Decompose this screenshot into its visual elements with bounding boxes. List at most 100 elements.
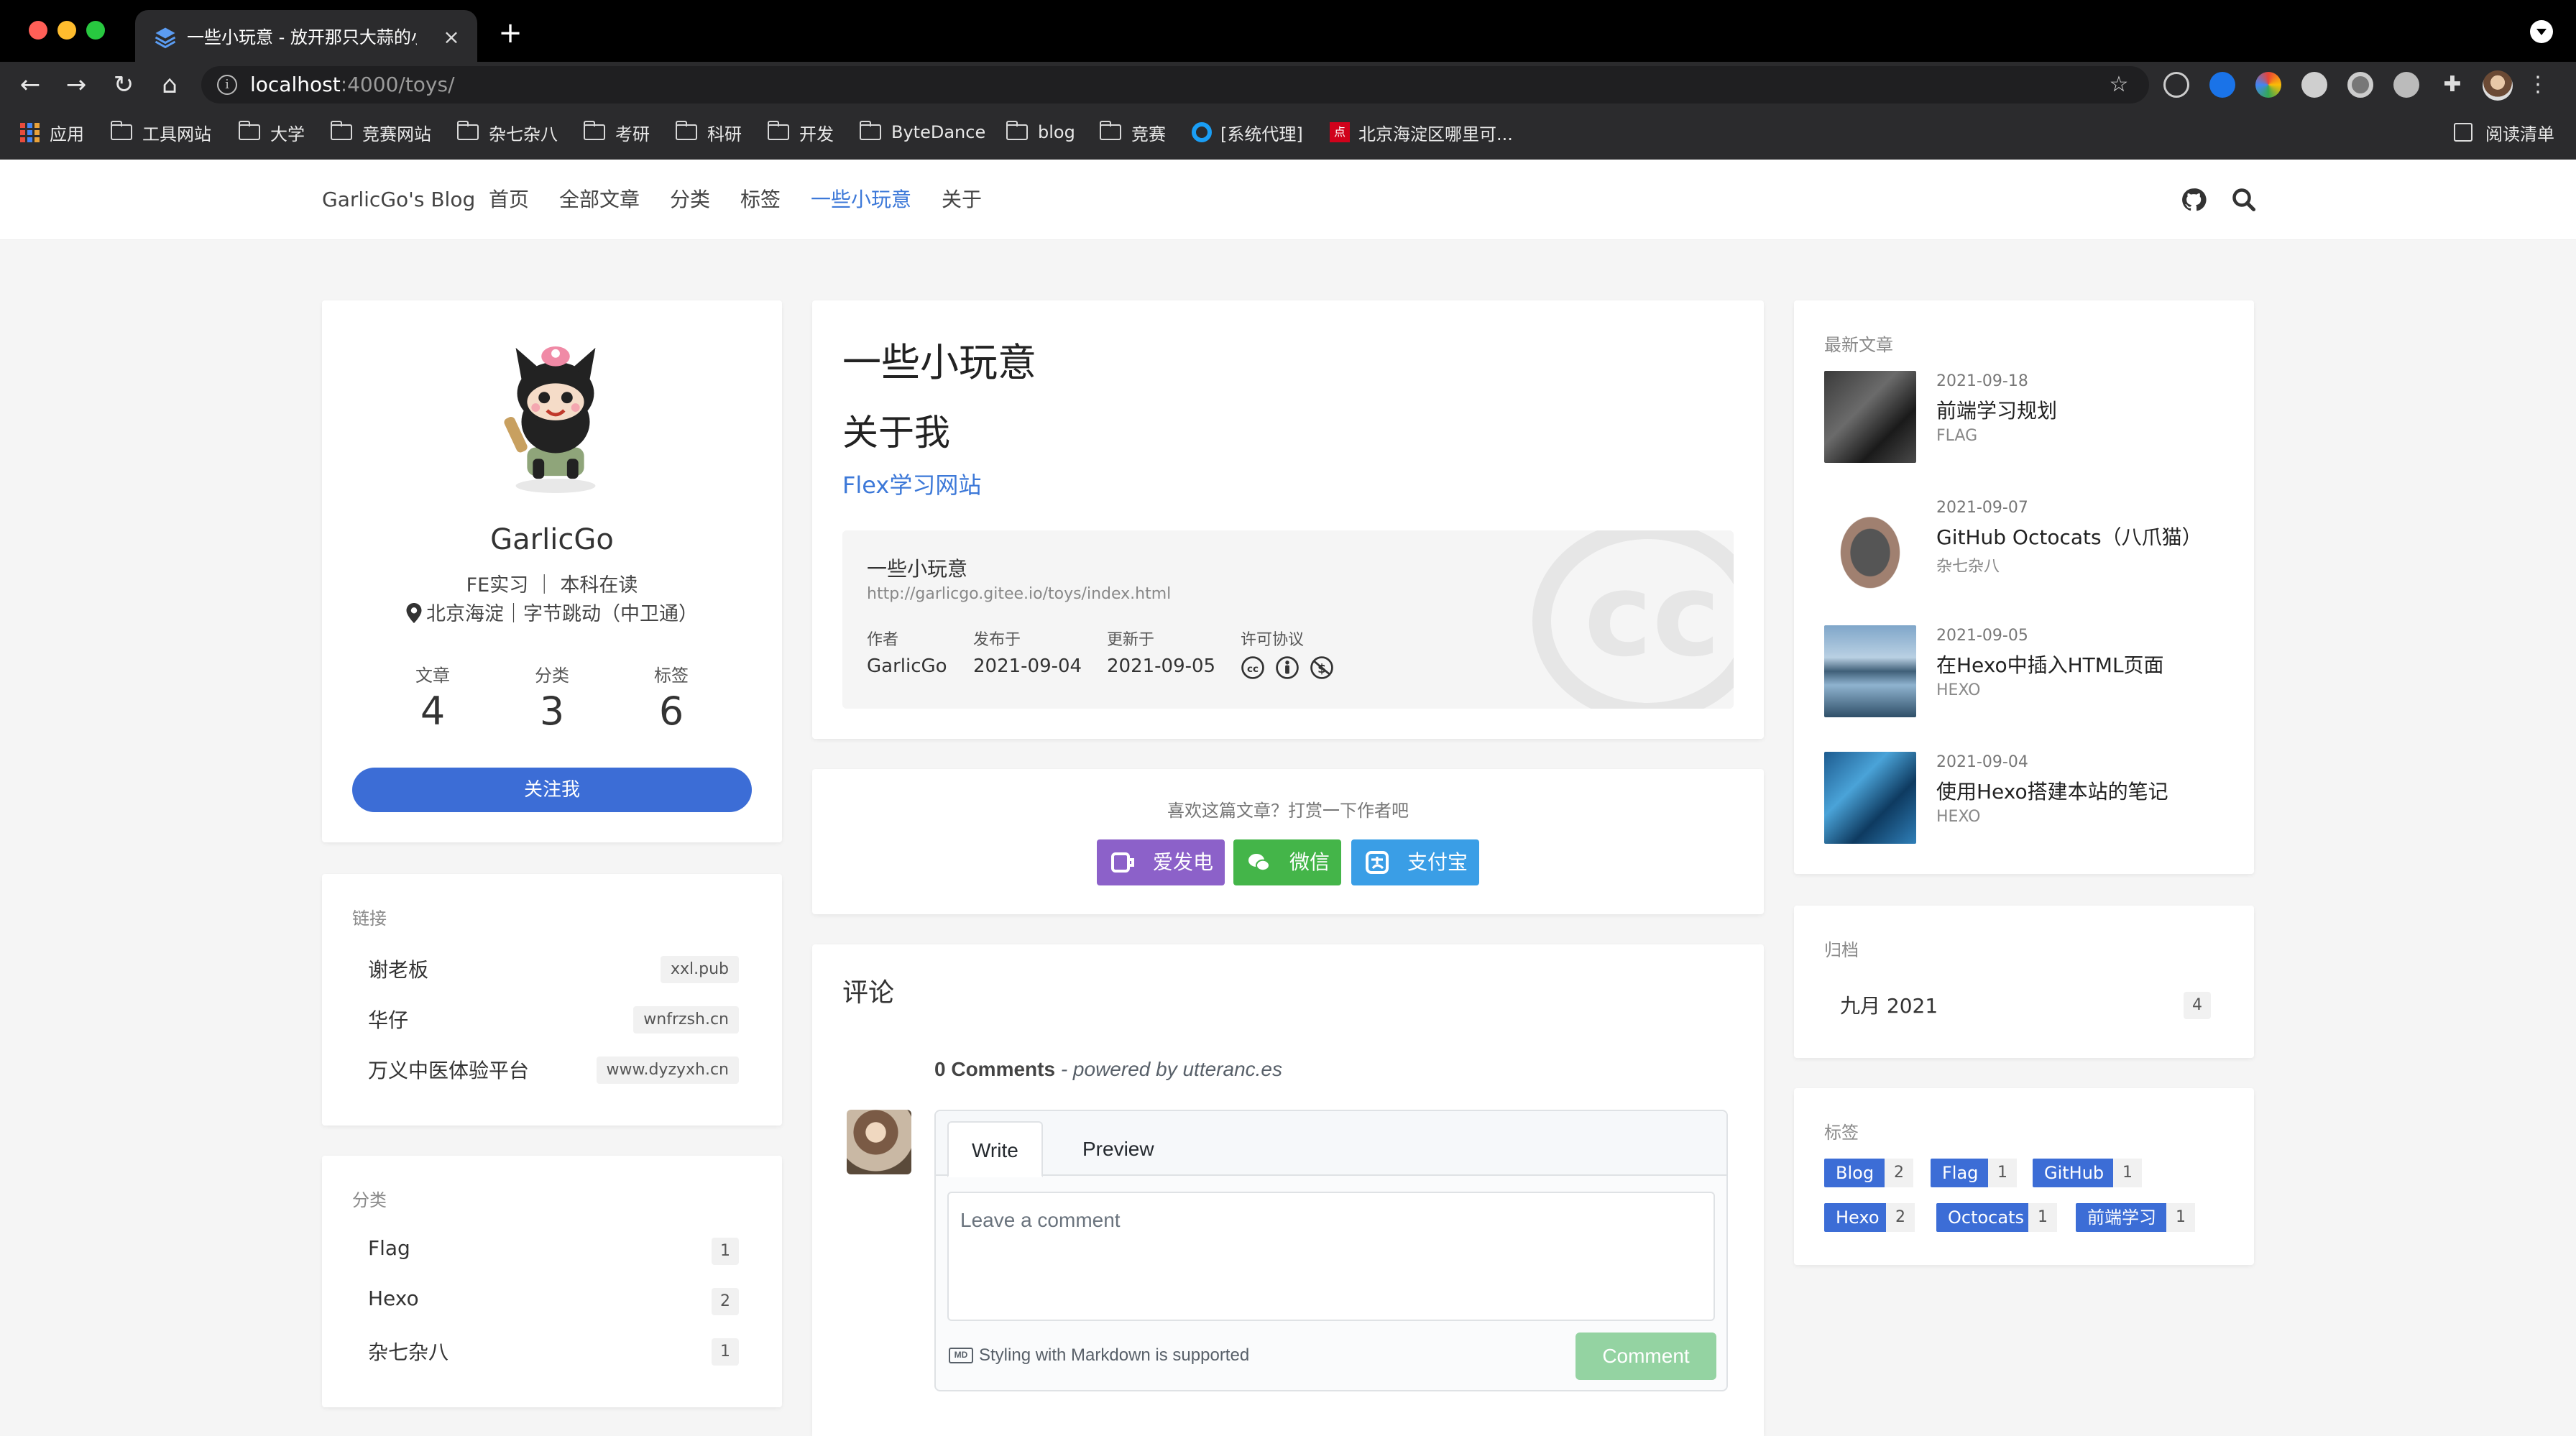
close-tab-icon[interactable]: × <box>437 23 466 52</box>
category-item[interactable]: 杂七杂八 1 <box>345 1331 739 1371</box>
nav-tags[interactable]: 标签 <box>740 185 781 214</box>
markdown-note-text[interactable]: Styling with Markdown is supported <box>979 1345 1249 1366</box>
post-title[interactable]: GitHub Octocats（八爪猫） <box>1936 522 2202 551</box>
bookmark-proxy[interactable]: [系统代理] <box>1192 118 1303 147</box>
close-window-button[interactable] <box>29 21 47 40</box>
bookmark-folder[interactable]: blog <box>1006 118 1075 147</box>
stat-categories-value[interactable]: 3 <box>509 689 595 734</box>
bookmark-folder[interactable]: 竞赛网站 <box>330 118 431 147</box>
nav-categories[interactable]: 分类 <box>670 185 710 214</box>
minimize-window-button[interactable] <box>58 21 76 40</box>
tag-item[interactable]: Flag <box>1931 1159 1990 1187</box>
post-category[interactable]: HEXO <box>1936 681 1980 699</box>
site-brand-link[interactable]: GarlicGo's Blog <box>322 185 475 214</box>
bookmark-folder[interactable]: 开发 <box>767 118 834 147</box>
link-item[interactable]: 谢老板 xxl.pub <box>345 949 739 989</box>
license-published: 发布于 2021-09-04 <box>973 627 1082 677</box>
category-item[interactable]: Hexo 2 <box>345 1281 739 1321</box>
tag-count: 2 <box>1885 1159 1913 1187</box>
archive-item[interactable]: 九月 2021 4 <box>1817 985 2211 1025</box>
browser-tab[interactable]: 一些小玩意 - 放开那只大蒜的小站 × <box>135 10 477 62</box>
tag-item[interactable]: 前端学习 <box>2076 1203 2168 1232</box>
extension-grey-icon[interactable] <box>2301 72 2327 98</box>
extension-color-icon[interactable] <box>2255 72 2281 98</box>
cc-icon[interactable]: cc <box>1241 655 1265 680</box>
bookmark-folder[interactable]: 大学 <box>238 118 305 147</box>
profile-name: GarlicGo <box>490 523 614 556</box>
post-thumbnail[interactable] <box>1824 625 1916 717</box>
profile-avatar[interactable] <box>2483 70 2513 101</box>
comment-textarea[interactable]: Leave a comment <box>947 1192 1715 1321</box>
extensions-puzzle-icon[interactable]: ✚ <box>2439 72 2465 98</box>
bookmark-folder[interactable]: 工具网站 <box>110 118 211 147</box>
link-item[interactable]: 万义中医体验平台 www.dyzyxh.cn <box>345 1049 739 1090</box>
tag-item[interactable]: GitHub <box>2033 1159 2116 1187</box>
url-text[interactable]: localhost:4000/toys/ <box>250 70 455 99</box>
post-title[interactable]: 在Hexo中插入HTML页面 <box>1936 650 2164 678</box>
bookmark-label: 大学 <box>270 124 305 144</box>
tag-item[interactable]: Blog <box>1824 1159 1886 1187</box>
post-category[interactable]: 杂七杂八 <box>1936 553 2000 576</box>
tab-write[interactable]: Write <box>947 1121 1043 1177</box>
tag-item[interactable]: Hexo <box>1824 1203 1891 1232</box>
post-date: 2021-09-18 <box>1936 372 2028 390</box>
license-post-url[interactable]: http://garlicgo.gitee.io/toys/index.html <box>867 585 1171 603</box>
category-item[interactable]: Flag 1 <box>345 1230 739 1271</box>
cc-nc-icon[interactable]: $ <box>1310 655 1334 680</box>
nav-toys[interactable]: 一些小玩意 <box>811 185 911 214</box>
bookmark-site[interactable]: 点北京海淀区哪里可... <box>1330 118 1513 147</box>
tab-title: 一些小玩意 - 放开那只大蒜的小站 <box>187 27 417 47</box>
post-title[interactable]: 前端学习规划 <box>1936 395 2057 424</box>
extension-wechat-icon[interactable] <box>2393 72 2419 98</box>
donate-alipay-button[interactable]: 支付宝 <box>1351 839 1479 885</box>
donate-afdian-button[interactable]: 爱发电 <box>1097 839 1225 885</box>
home-icon[interactable]: ⌂ <box>154 69 185 101</box>
cc-by-icon[interactable] <box>1275 655 1300 680</box>
extension-circle-icon[interactable] <box>2209 72 2235 98</box>
bookmark-folder[interactable]: ByteDance <box>859 118 985 147</box>
github-icon[interactable] <box>2181 185 2207 214</box>
bookmark-folder[interactable]: 科研 <box>675 118 742 147</box>
link-name: 华仔 <box>368 1008 409 1032</box>
stat-posts-value[interactable]: 4 <box>390 689 476 734</box>
post-thumbnail[interactable] <box>1824 371 1916 463</box>
bookmark-folder[interactable]: 考研 <box>583 118 650 147</box>
extension-react-icon[interactable] <box>2163 72 2189 98</box>
donate-wechat-button[interactable]: 微信 <box>1233 839 1341 885</box>
folder-icon <box>583 121 605 140</box>
reload-icon[interactable]: ↻ <box>108 69 139 101</box>
bookmark-folder[interactable]: 竞赛 <box>1099 118 1166 147</box>
new-tab-button[interactable]: + <box>494 17 526 49</box>
commenter-avatar[interactable] <box>847 1110 911 1174</box>
nav-home[interactable]: 首页 <box>489 185 529 214</box>
extension-record-icon[interactable] <box>2347 72 2373 98</box>
bookmark-folder[interactable]: 杂七杂八 <box>456 118 558 147</box>
tag-item[interactable]: Octocats <box>1936 1203 2036 1232</box>
post-thumbnail[interactable] <box>1824 752 1916 844</box>
forward-icon[interactable]: → <box>60 69 92 101</box>
bookmark-star-icon[interactable]: ☆ <box>2103 69 2135 101</box>
nav-about[interactable]: 关于 <box>942 185 982 214</box>
post-thumbnail[interactable] <box>1824 497 1916 589</box>
wechat-icon <box>1248 854 1270 872</box>
tab-search-icon[interactable] <box>2530 20 2553 43</box>
menu-kebab-icon[interactable]: ⋮ <box>2527 69 2549 101</box>
back-icon[interactable]: ← <box>14 69 46 101</box>
stat-tags-value[interactable]: 6 <box>628 689 714 734</box>
link-item[interactable]: 华仔 wnfrzsh.cn <box>345 999 739 1039</box>
tab-preview[interactable]: Preview <box>1059 1121 1177 1177</box>
info-icon[interactable]: i <box>217 75 237 95</box>
url-host: localhost <box>250 73 341 96</box>
follow-button[interactable]: 关注我 <box>352 768 752 812</box>
address-bar[interactable]: i localhost:4000/toys/ ☆ <box>201 66 2149 103</box>
post-category[interactable]: HEXO <box>1936 808 1980 826</box>
flex-learning-link[interactable]: Flex学习网站 <box>842 467 981 500</box>
post-title[interactable]: 使用Hexo搭建本站的笔记 <box>1936 776 2168 805</box>
post-category[interactable]: FLAG <box>1936 427 1977 445</box>
bookmark-apps[interactable]: 应用 <box>20 118 84 147</box>
comment-submit-button[interactable]: Comment <box>1576 1333 1716 1380</box>
nav-all-posts[interactable]: 全部文章 <box>559 185 640 214</box>
reading-list-button[interactable]: 阅读清单 <box>2454 118 2554 147</box>
zoom-window-button[interactable] <box>86 21 105 40</box>
search-icon[interactable] <box>2231 185 2257 214</box>
